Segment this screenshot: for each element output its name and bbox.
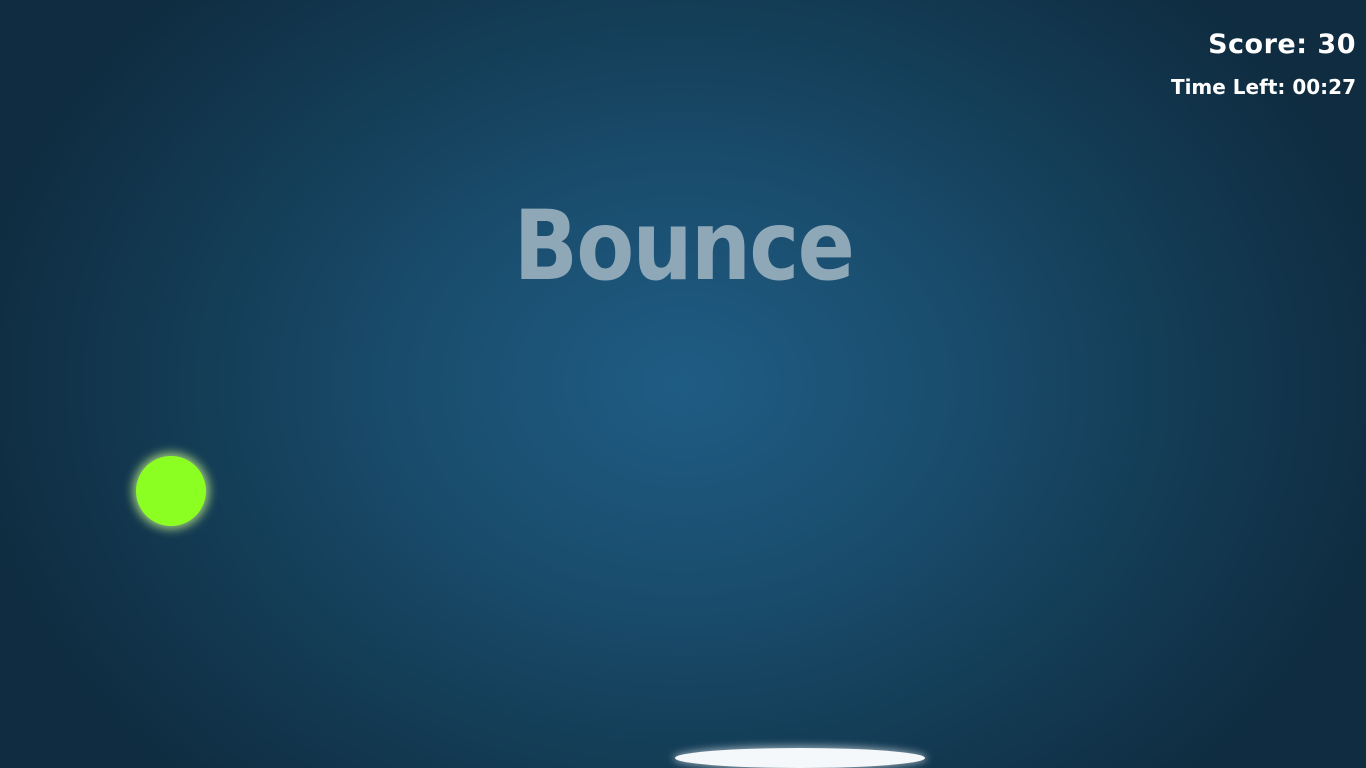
time-left-display: Time Left: 00:27 [1170, 75, 1356, 99]
ball [136, 456, 206, 526]
score-display: Score: 30 [1208, 29, 1356, 60]
game-canvas[interactable]: Score: 30 Time Left: 00:27 Bounce [0, 0, 1366, 768]
paddle[interactable] [675, 748, 925, 768]
game-title: Bounce [513, 190, 855, 302]
hud: Score: 30 Time Left: 00:27 [1171, 28, 1356, 100]
